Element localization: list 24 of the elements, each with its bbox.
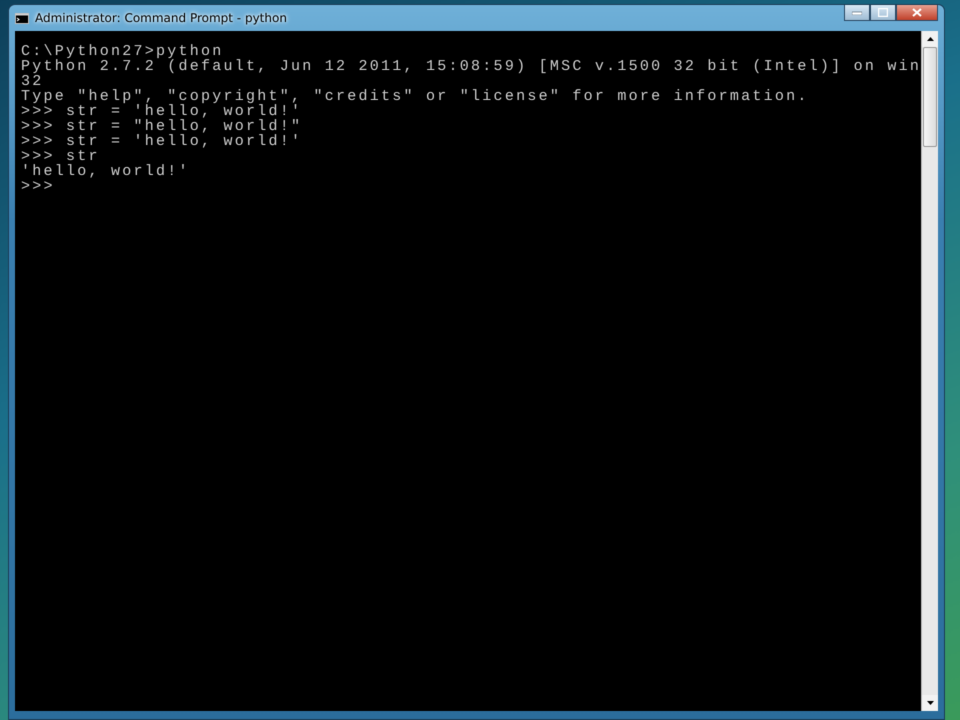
console-line: Python 2.7.2 (default, Jun 12 2011, 15:08:59) [MSC v.1500 32 bit (Intel)] on win: [21, 59, 922, 74]
scroll-thumb[interactable]: [923, 47, 938, 147]
console-line: >>> str = 'hello, world!': [21, 134, 304, 149]
console-line: >>> str = "hello, world!": [21, 119, 304, 134]
console-line: 32: [21, 74, 44, 89]
close-icon: [912, 8, 922, 17]
console-line: Type "help", "copyright", "credits" or "license" for more information.: [21, 89, 810, 104]
console-line: >>>: [21, 179, 56, 194]
minimize-button[interactable]: [844, 5, 870, 21]
console-line: >>> str: [21, 149, 101, 164]
maximize-button[interactable]: [870, 5, 896, 21]
maximize-icon: [878, 8, 888, 17]
minimize-icon: [852, 10, 862, 14]
console-icon: [15, 12, 29, 24]
console-line: 'hello, world!': [21, 164, 191, 179]
window-title: Administrator: Command Prompt - python: [35, 11, 287, 25]
scroll-up-button[interactable]: [922, 31, 938, 47]
down-arrow-icon: [926, 701, 934, 705]
scroll-down-button[interactable]: [922, 695, 938, 711]
console-line: >>> str = 'hello, world!': [21, 104, 304, 119]
scrollbar[interactable]: [921, 31, 938, 711]
console-line: C:\Python27>python: [21, 44, 224, 59]
up-arrow-icon: [926, 37, 934, 41]
close-button[interactable]: [896, 5, 938, 21]
